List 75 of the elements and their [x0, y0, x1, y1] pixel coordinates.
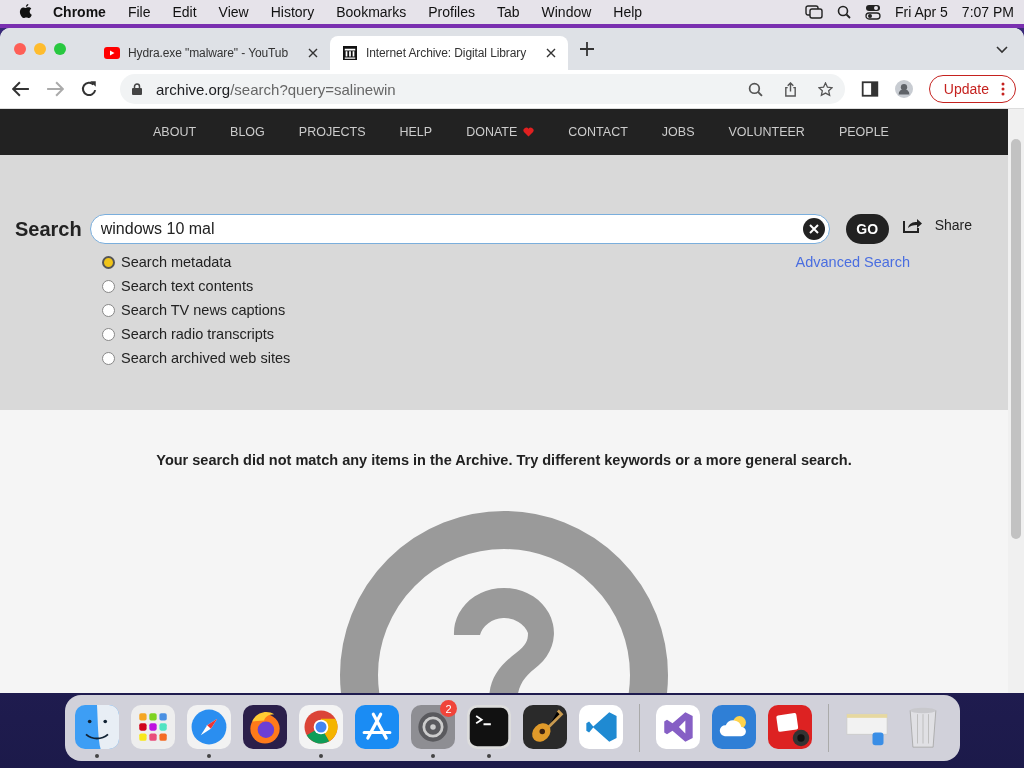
play-icon	[104, 46, 120, 60]
notification-badge: 2	[440, 700, 457, 717]
menu-app-name[interactable]: Chrome	[53, 4, 106, 20]
toggles-icon[interactable]	[864, 4, 881, 20]
search-label: Search	[15, 217, 82, 241]
search-option[interactable]: Search archived web sites	[102, 350, 796, 366]
search-option[interactable]: Search TV news captions	[102, 302, 796, 318]
browser-tab[interactable]: Hydra.exe "malware" - YouTub	[92, 36, 330, 70]
menu-item[interactable]: Help	[613, 4, 643, 20]
nav-link[interactable]: HELP	[399, 125, 433, 139]
search-icon[interactable]	[836, 5, 851, 19]
radio-button[interactable]	[102, 255, 115, 269]
no-results-message: Your search did not match any items in the Archive. Try different keywords or a more general search.	[156, 452, 852, 468]
building-icon	[342, 46, 358, 60]
new-tab-icon[interactable]	[580, 42, 594, 56]
reload-icon[interactable]	[80, 80, 98, 98]
menu-item[interactable]: Tab	[496, 4, 520, 20]
close-icon[interactable]	[546, 48, 556, 58]
radio-button[interactable]	[102, 303, 115, 317]
apple-icon[interactable]	[18, 3, 33, 21]
nav-link[interactable]: DONATE	[466, 125, 535, 139]
profile-icon[interactable]	[894, 80, 913, 98]
more-icon[interactable]	[1001, 82, 1005, 96]
menu-item[interactable]: View	[218, 4, 249, 20]
nav-link[interactable]: CONTACT	[568, 125, 628, 139]
scrollbar-thumb[interactable]	[1011, 139, 1021, 539]
search-option[interactable]: Search text contents	[102, 278, 796, 294]
lock-icon	[132, 83, 142, 95]
finder-icon[interactable]	[75, 705, 119, 749]
search-option[interactable]: Search radio transcripts	[102, 326, 796, 342]
nav-link[interactable]: PROJECTS	[298, 125, 366, 139]
menu-item[interactable]: Window	[541, 4, 592, 20]
radio-button[interactable]	[102, 327, 115, 341]
menu-time[interactable]: 7:07 PM	[961, 4, 1014, 20]
go-button[interactable]: GO	[845, 214, 889, 244]
windows-icon[interactable]	[804, 5, 823, 19]
safari-icon[interactable]	[187, 705, 231, 749]
chrome-icon[interactable]	[299, 705, 343, 749]
browser-tab[interactable]: Internet Archive: Digital Library	[330, 36, 568, 70]
menu-item[interactable]: Edit	[172, 4, 197, 20]
side-panel-icon[interactable]	[860, 80, 879, 98]
nav-link[interactable]: PEOPLE	[838, 125, 889, 139]
share-icon	[902, 217, 923, 233]
clear-icon[interactable]	[802, 218, 825, 240]
menu-item[interactable]: History	[270, 4, 315, 20]
share-icon[interactable]	[782, 81, 798, 97]
update-button[interactable]: Update	[928, 75, 1016, 103]
radio-button[interactable]	[102, 351, 115, 365]
settings-icon[interactable]	[411, 705, 455, 749]
radio-button[interactable]	[102, 279, 115, 293]
menu-item[interactable]: File	[127, 4, 151, 20]
star-icon[interactable]	[817, 81, 833, 97]
close-icon[interactable]	[308, 48, 318, 58]
nav-link[interactable]: VOLUNTEER	[728, 125, 805, 139]
visualstudio-icon[interactable]	[656, 705, 700, 749]
menu-date[interactable]: Fri Apr 5	[894, 4, 948, 20]
vscode-icon[interactable]	[579, 705, 623, 749]
chevron-down-icon[interactable]	[996, 46, 1008, 54]
nav-link[interactable]: ABOUT	[153, 125, 197, 139]
zoom-icon[interactable]	[747, 81, 763, 97]
search-field[interactable]: windows 10 mal	[89, 214, 830, 244]
address-bar[interactable]: archive.org/search?query=salinewin	[120, 74, 845, 104]
back-icon[interactable]	[12, 80, 30, 98]
menu-item[interactable]: Profiles	[428, 4, 475, 20]
terminal-icon[interactable]	[467, 705, 511, 749]
search-option[interactable]: Search metadata	[102, 254, 796, 270]
menu-item[interactable]: Bookmarks	[336, 4, 407, 20]
appstore-icon[interactable]	[355, 705, 399, 749]
guitar-icon[interactable]	[523, 705, 567, 749]
share-link[interactable]: Share	[902, 217, 972, 233]
launchpad-icon[interactable]	[131, 705, 175, 749]
firefox-icon[interactable]	[243, 705, 287, 749]
nav-link[interactable]: JOBS	[661, 125, 695, 139]
nav-link[interactable]: BLOG	[230, 125, 265, 139]
weather-icon[interactable]	[712, 705, 756, 749]
